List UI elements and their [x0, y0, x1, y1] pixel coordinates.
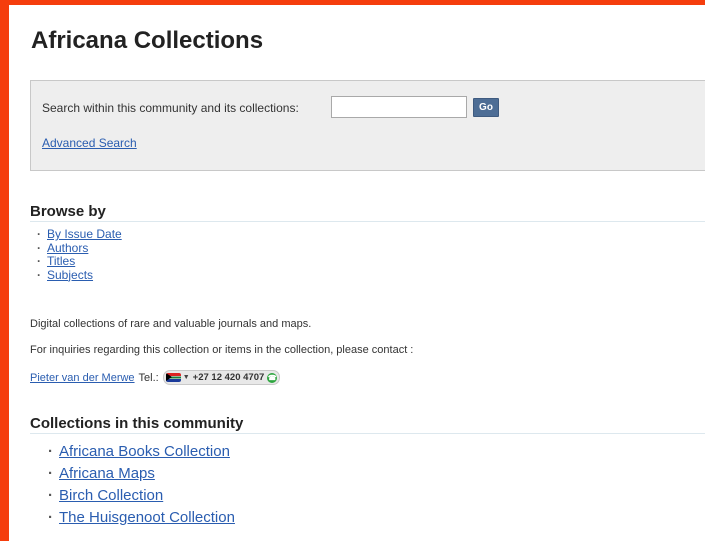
- contact-name-link[interactable]: Pieter van der Merwe: [30, 372, 135, 384]
- list-item: The Huisgenoot Collection: [48, 507, 235, 529]
- list-item: Authors: [37, 241, 122, 256]
- phone-call-icon[interactable]: ☎: [267, 372, 278, 383]
- collection-link-birch[interactable]: Birch Collection: [59, 487, 163, 504]
- list-item: Titles: [37, 254, 122, 269]
- advanced-search-link[interactable]: Advanced Search: [42, 136, 137, 150]
- collections-header: Collections in this community: [30, 415, 705, 434]
- phone-number-widget[interactable]: ▼ +27 12 420 4707 ☎: [162, 370, 281, 385]
- browse-authors-link[interactable]: Authors: [47, 241, 88, 255]
- browse-titles-link[interactable]: Titles: [47, 254, 75, 268]
- community-description: Digital collections of rare and valuable…: [30, 318, 312, 330]
- browse-by-header: Browse by: [30, 203, 705, 222]
- tel-label: Tel.:: [138, 371, 159, 384]
- browse-subjects-link[interactable]: Subjects: [47, 268, 93, 282]
- browse-by-issue-date-link[interactable]: By Issue Date: [47, 227, 122, 241]
- list-item: By Issue Date: [37, 227, 122, 242]
- collection-link-huisgenoot[interactable]: The Huisgenoot Collection: [59, 509, 235, 526]
- search-label: Search within this community and its col…: [42, 101, 299, 115]
- list-item: Africana Books Collection: [48, 441, 235, 463]
- browse-list: By Issue Date Authors Titles Subjects: [37, 227, 122, 283]
- collection-link-africana-books[interactable]: Africana Books Collection: [59, 443, 230, 460]
- list-item: Birch Collection: [48, 485, 235, 507]
- contact-instructions: For inquiries regarding this collection …: [30, 344, 414, 356]
- search-input[interactable]: [331, 96, 467, 118]
- contact-row: Pieter van der Merwe Tel.: ▼ +27 12 420 …: [30, 370, 281, 385]
- page-title: Africana Collections: [31, 27, 264, 54]
- page-frame-left: [0, 0, 9, 541]
- list-item: Africana Maps: [48, 463, 235, 485]
- list-item: Subjects: [37, 268, 122, 283]
- phone-number: +27 12 420 4707: [192, 372, 265, 383]
- chevron-down-icon: ▼: [182, 374, 190, 381]
- go-button[interactable]: Go: [473, 98, 499, 117]
- south-africa-flag-icon: [165, 373, 181, 382]
- search-panel: Search within this community and its col…: [30, 80, 705, 171]
- collections-list: Africana Books Collection Africana Maps …: [48, 441, 235, 529]
- page-frame-top: [0, 0, 705, 5]
- collection-link-africana-maps[interactable]: Africana Maps: [59, 465, 155, 482]
